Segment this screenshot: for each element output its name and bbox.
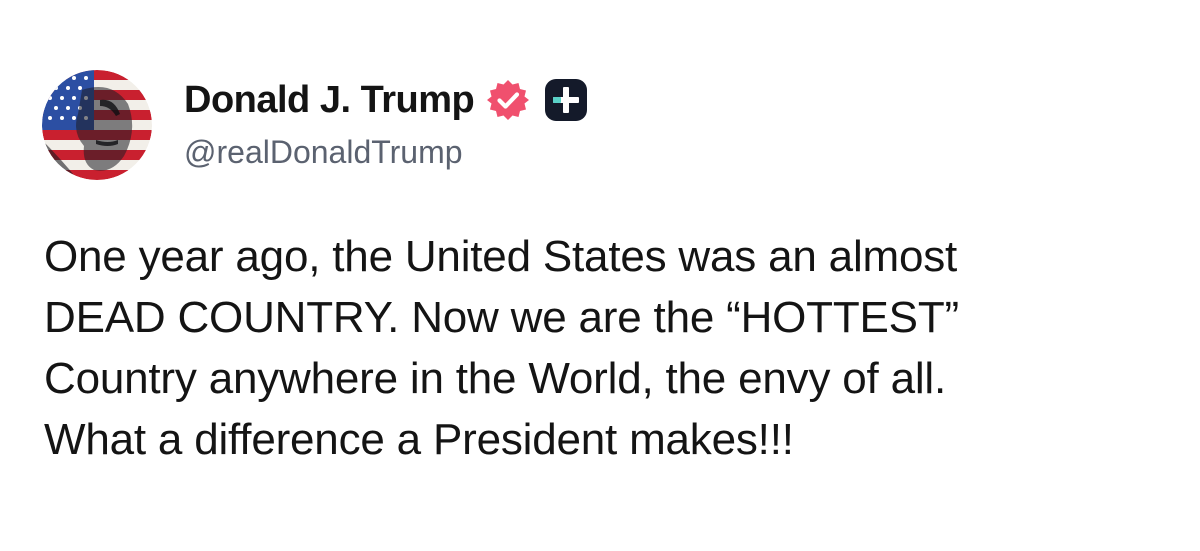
author-handle[interactable]: @realDonaldTrump	[184, 134, 463, 171]
author-display-name[interactable]: Donald J. Trump	[184, 79, 475, 122]
post-text-line: DEAD COUNTRY. Now we are the “HOTTEST”	[44, 293, 959, 342]
post-text: One year ago, the United States was an a…	[44, 226, 1164, 470]
plus-badge-icon	[544, 78, 588, 122]
avatar[interactable]	[42, 70, 152, 180]
post-text-line: Country anywhere in the World, the envy …	[44, 354, 947, 403]
post-card: Donald J. Trump @realDonaldTrump One yea…	[0, 0, 1200, 551]
post-text-line: What a difference a President makes!!!	[44, 415, 794, 464]
author-row: Donald J. Trump	[184, 74, 588, 126]
flag-portrait-avatar-icon	[42, 70, 152, 180]
post-text-line: One year ago, the United States was an a…	[44, 232, 958, 281]
verified-check-icon	[486, 78, 530, 122]
